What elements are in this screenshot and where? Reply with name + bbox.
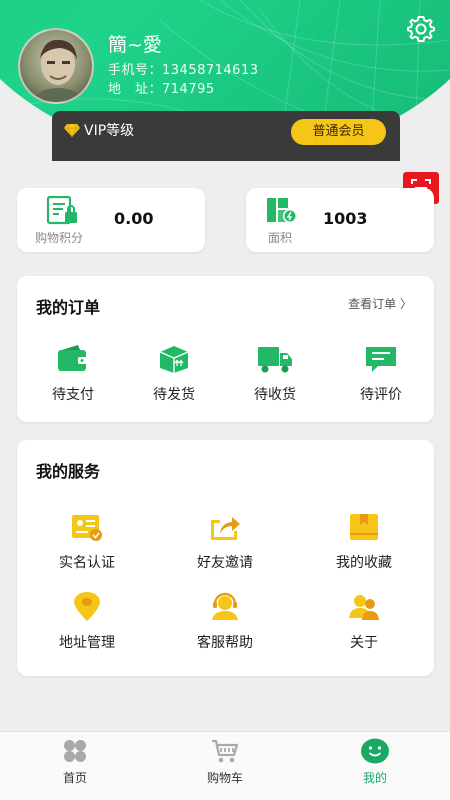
vip-level-button[interactable]: 普通会员 — [291, 119, 386, 145]
order-pending-shipment[interactable]: 待发货 — [124, 344, 224, 404]
area-value: 1003 — [323, 209, 368, 228]
profile-header: 簡~愛 手机号：13458714613 地 址：714795 VIP等级 普通会… — [0, 0, 450, 165]
vip-bar: VIP等级 普通会员 — [52, 111, 400, 161]
service-invite-friends[interactable]: 好友邀请 — [175, 512, 275, 572]
package-icon — [159, 346, 189, 373]
nav-label: 购物车 — [206, 771, 243, 785]
vip-label: VIP等级 — [84, 123, 135, 139]
avatar[interactable] — [18, 28, 94, 104]
service-label: 地址管理 — [59, 635, 115, 651]
user-address: 地 址：714795 — [108, 82, 215, 97]
services-title: 我的服务 — [36, 462, 101, 481]
service-label: 客服帮助 — [197, 635, 253, 651]
service-label: 实名认证 — [59, 555, 115, 571]
nav-home[interactable]: 首页 — [30, 738, 120, 786]
points-card[interactable]: 购物积分 0.00 — [17, 188, 205, 252]
services-section: 我的服务 实名认证 好友邀请 我的收藏 地址管理 客服帮助 关于 — [17, 440, 434, 676]
gear-icon[interactable] — [406, 14, 436, 44]
home-grid-icon — [64, 740, 86, 762]
bottom-nav: 首页 购物车 我的 — [0, 731, 450, 800]
nav-mine[interactable]: 我的 — [330, 738, 420, 786]
cart-icon — [212, 739, 239, 763]
order-pending-receipt[interactable]: 待收货 — [225, 344, 325, 404]
area-label: 面积 — [268, 231, 293, 245]
orders-section: 我的订单 查看订单 〉 待支付 待发货 待收货 待评价 — [17, 276, 434, 422]
users-icon — [349, 595, 379, 620]
share-icon — [211, 517, 240, 540]
bookmark-icon — [350, 514, 378, 540]
smiley-icon — [361, 738, 389, 764]
nav-cart[interactable]: 购物车 — [180, 738, 270, 786]
diamond-icon — [64, 123, 80, 138]
service-label: 关于 — [350, 635, 378, 651]
order-label: 待发货 — [153, 387, 195, 403]
service-label: 我的收藏 — [336, 555, 392, 571]
service-real-name-verification[interactable]: 实名认证 — [37, 512, 137, 572]
headset-icon — [212, 592, 238, 620]
id-card-icon — [72, 515, 102, 541]
service-customer-support[interactable]: 客服帮助 — [175, 592, 275, 652]
location-icon — [74, 592, 100, 621]
service-label: 好友邀请 — [197, 555, 253, 571]
wallet-icon — [58, 345, 88, 371]
order-label: 待评价 — [360, 387, 402, 403]
nav-label: 我的 — [362, 771, 387, 785]
service-favorites[interactable]: 我的收藏 — [314, 512, 414, 572]
order-label: 待收货 — [254, 387, 296, 403]
truck-icon — [258, 347, 292, 373]
points-value: 0.00 — [114, 209, 154, 228]
view-orders-link[interactable]: 查看订单 〉 — [348, 295, 412, 312]
service-about[interactable]: 关于 — [314, 592, 414, 652]
area-map-icon — [267, 198, 297, 223]
orders-title: 我的订单 — [36, 298, 101, 317]
order-pending-review[interactable]: 待评价 — [331, 344, 431, 404]
order-label: 待支付 — [52, 387, 94, 403]
service-address-management[interactable]: 地址管理 — [37, 592, 137, 652]
order-pending-payment[interactable]: 待支付 — [23, 344, 123, 404]
points-label: 购物积分 — [35, 231, 84, 245]
comment-icon — [366, 347, 396, 372]
nav-label: 首页 — [62, 771, 87, 785]
area-card[interactable]: 面积 1003 — [246, 188, 434, 252]
user-name: 簡~愛 — [108, 34, 162, 56]
points-card-icon — [46, 196, 77, 225]
user-phone: 手机号：13458714613 — [108, 63, 259, 78]
